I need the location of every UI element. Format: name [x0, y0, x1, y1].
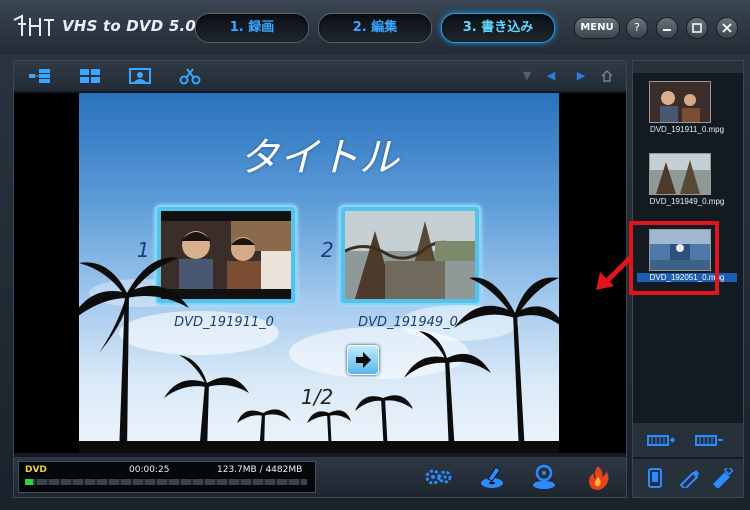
duration-label: 00:00:25	[129, 465, 170, 475]
file-list-header	[633, 61, 743, 73]
capacity-bar	[25, 479, 307, 485]
dvd-menu-canvas: タイトル 1 DVD_191911_0 2 DVD_191949_0 1/2	[79, 93, 559, 453]
logo-icon	[13, 14, 54, 36]
down-triangle-icon[interactable]: ▼	[520, 69, 534, 83]
menu-button[interactable]: MENU	[574, 17, 620, 39]
burn-fire-icon[interactable]	[584, 463, 612, 491]
file-name: DVD_191949_0.mpg	[649, 197, 725, 206]
mobile-device-icon[interactable]	[641, 468, 669, 488]
maximize-button[interactable]	[686, 17, 708, 39]
right-arrow-icon[interactable]: ▶	[574, 69, 588, 83]
page-indicator: 1/2	[301, 385, 334, 409]
layout-tree-icon[interactable]	[28, 67, 52, 85]
right-arrow-icon	[356, 352, 371, 368]
minimize-button[interactable]	[656, 17, 678, 39]
close-button[interactable]	[716, 17, 738, 39]
step-edit-button[interactable]: 2. 編集	[318, 13, 432, 43]
disc-status: DVD 00:00:25 123.7MB / 4482MB	[18, 461, 316, 493]
menu-preview-panel: ▼ ◀ ▶ タイトル 1 DVD_191911_0 2 DVD_191949_0…	[13, 60, 627, 498]
maximize-icon	[692, 23, 702, 33]
image-icon[interactable]	[128, 67, 152, 85]
size-label: 123.7MB / 4482MB	[217, 465, 303, 475]
file-thumbnail	[649, 81, 711, 123]
usb-drive-icon[interactable]	[707, 468, 735, 488]
usb-stick-icon[interactable]	[673, 468, 701, 488]
add-chapter-icon[interactable]	[647, 430, 675, 450]
file-thumbnail	[649, 153, 711, 195]
minimize-icon	[663, 29, 671, 31]
left-arrow-icon[interactable]: ◀	[544, 69, 558, 83]
scissors-icon[interactable]	[178, 67, 202, 85]
disc-type-label: DVD	[25, 465, 47, 475]
app-title: VHS to DVD 5.0	[62, 17, 196, 35]
help-button[interactable]: ?	[626, 17, 648, 39]
title-bar: VHS to DVD 5.0 1. 録画 2. 編集 3. 書き込み MENU …	[0, 0, 750, 54]
file-list-item[interactable]: DVD_191911_0.mpg	[633, 81, 743, 151]
bottom-bar: DVD 00:00:25 123.7MB / 4482MB	[14, 457, 626, 497]
remove-chapter-icon[interactable]	[695, 430, 723, 450]
preview-toolbar: ▼ ◀ ▶	[14, 61, 626, 91]
step-record-button[interactable]: 1. 録画	[195, 13, 309, 43]
settings-gears-icon[interactable]	[424, 463, 452, 491]
file-list-item[interactable]: DVD_191949_0.mpg	[633, 153, 743, 223]
pointer-arrow-icon	[596, 254, 634, 290]
step-write-button[interactable]: 3. 書き込み	[441, 13, 555, 43]
list-tools	[633, 423, 743, 457]
disc-write-icon[interactable]	[478, 463, 506, 491]
app-window: VHS to DVD 5.0 1. 録画 2. 編集 3. 書き込み MENU …	[0, 0, 750, 510]
capacity-fill	[25, 479, 33, 485]
layout-grid-icon[interactable]	[78, 67, 102, 85]
home-icon[interactable]	[600, 69, 614, 83]
next-page-button[interactable]	[347, 345, 379, 375]
preview-stage: タイトル 1 DVD_191911_0 2 DVD_191949_0 1/2	[14, 93, 626, 453]
file-name: DVD_191911_0.mpg	[649, 125, 725, 134]
disc-label-icon[interactable]	[530, 463, 558, 491]
close-icon	[722, 23, 732, 33]
selection-highlight	[629, 221, 719, 295]
device-tools	[633, 459, 743, 497]
